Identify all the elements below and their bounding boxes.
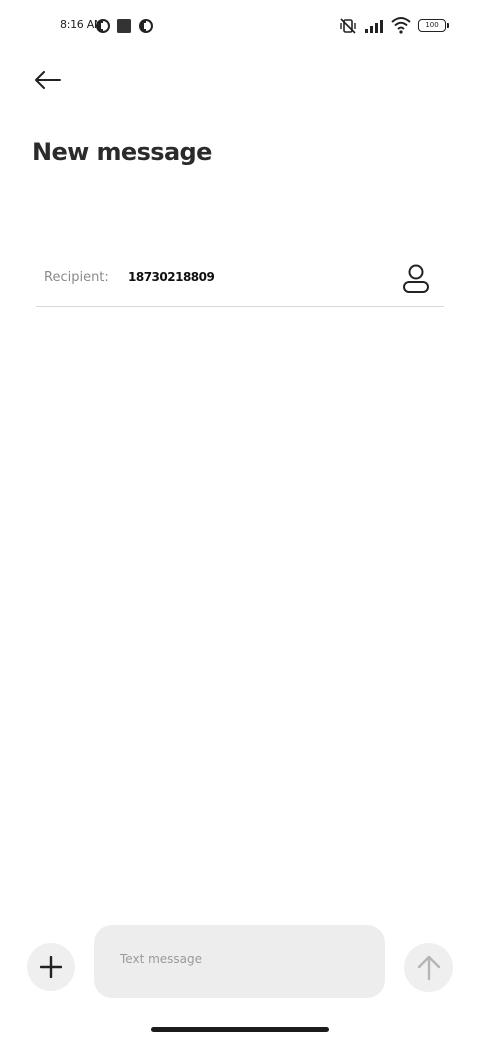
send-button[interactable] bbox=[404, 943, 453, 992]
vibrate-off-icon bbox=[340, 18, 356, 34]
square-notification-icon bbox=[117, 19, 131, 33]
wifi-icon bbox=[391, 17, 411, 34]
message-input[interactable] bbox=[120, 952, 360, 966]
app-notification-icon bbox=[139, 19, 153, 33]
contact-picker-button[interactable] bbox=[400, 262, 432, 296]
battery-icon: 100 bbox=[418, 19, 449, 32]
attach-button[interactable] bbox=[27, 943, 75, 991]
page-title: New message bbox=[32, 138, 212, 166]
recipient-label: Recipient: bbox=[44, 270, 109, 285]
arrow-left-icon bbox=[35, 71, 61, 89]
signal-icon bbox=[365, 20, 383, 33]
recipient-row: Recipient: bbox=[36, 252, 444, 307]
message-box[interactable] bbox=[94, 925, 385, 998]
app-notification-icon bbox=[96, 19, 110, 33]
plus-icon bbox=[40, 956, 62, 978]
battery-level: 100 bbox=[425, 21, 439, 29]
arrow-up-icon bbox=[417, 955, 440, 980]
recipient-input[interactable] bbox=[128, 270, 368, 284]
person-icon bbox=[403, 264, 429, 293]
status-bar: 8:16 AM 100 bbox=[0, 14, 480, 40]
back-button[interactable] bbox=[30, 64, 66, 96]
home-indicator[interactable] bbox=[151, 1027, 329, 1032]
